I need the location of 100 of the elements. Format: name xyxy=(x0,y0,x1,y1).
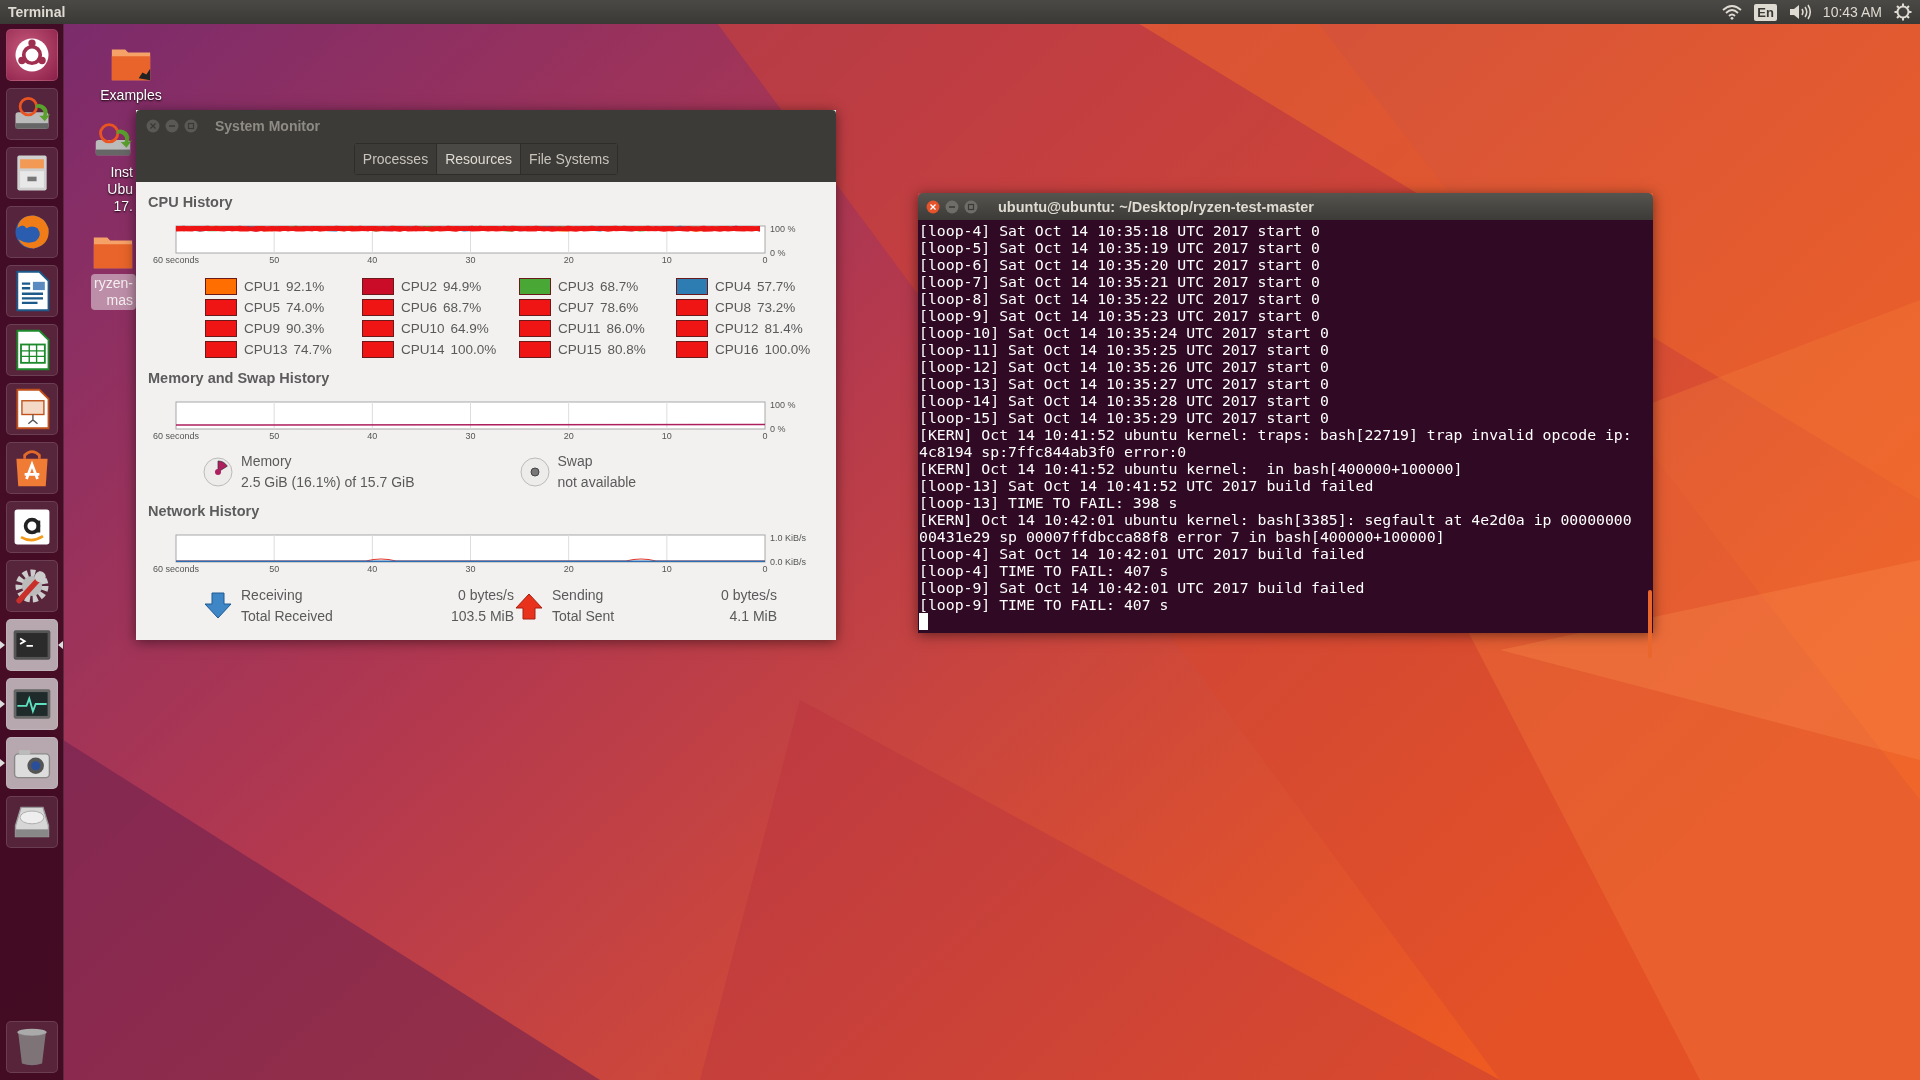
cpu-usage: 81.4% xyxy=(764,321,803,336)
color-swatch[interactable] xyxy=(519,299,551,316)
axis-label: 30 xyxy=(465,431,476,441)
cpu-name: CPU10 xyxy=(401,321,445,336)
trash-item[interactable] xyxy=(5,1021,58,1073)
axis-label: 40 xyxy=(367,431,378,441)
cpu-name: CPU1 xyxy=(244,279,280,294)
sending-rate: 0 bytes/s xyxy=(720,587,777,603)
swap-label: Swap xyxy=(557,453,594,469)
color-swatch[interactable] xyxy=(362,299,394,316)
color-swatch[interactable] xyxy=(519,341,551,358)
memory-usage: 2.5 GiB (16.1%) of 15.7 GiB xyxy=(241,474,415,490)
axis-label: 1.0 KiB/s xyxy=(770,533,807,543)
terminal-line: [KERN] Oct 14 10:41:52 ubuntu kernel: traps: bash[22719] trap invalid opcode ip: xyxy=(919,426,1632,443)
color-swatch[interactable] xyxy=(362,341,394,358)
cpu-usage: 92.1% xyxy=(286,279,325,294)
color-swatch[interactable] xyxy=(362,278,394,295)
launcher-installer-item[interactable] xyxy=(5,88,58,140)
settings-icon[interactable] xyxy=(1894,3,1912,21)
color-swatch[interactable] xyxy=(676,320,708,337)
color-swatch[interactable] xyxy=(676,299,708,316)
launcher-disk-item[interactable] xyxy=(5,796,58,848)
wifi-icon[interactable] xyxy=(1722,4,1743,20)
memory-label: Memory xyxy=(241,453,293,469)
cpu-usage: 100.0% xyxy=(764,342,811,357)
swap-pie-icon xyxy=(519,456,550,487)
color-swatch[interactable] xyxy=(519,320,551,337)
terminal-line: [loop-13] Sat Oct 14 10:41:52 UTC 2017 build failed xyxy=(919,477,1375,494)
terminal-line: [loop-4] Sat Oct 14 10:35:18 UTC 2017 start 0 xyxy=(919,222,1321,239)
cpu-name: CPU13 xyxy=(244,342,288,357)
cpu-usage: 68.7% xyxy=(443,300,482,315)
cpu-usage: 94.9% xyxy=(443,279,482,294)
axis-label: 0 % xyxy=(770,424,786,434)
color-swatch[interactable] xyxy=(205,299,237,316)
launcher-calc-item[interactable] xyxy=(5,324,58,376)
terminal-line: [loop-10] Sat Oct 14 10:35:24 UTC 2017 start 0 xyxy=(919,324,1330,341)
cpu-usage: 74.7% xyxy=(293,342,332,357)
axis-label: 40 xyxy=(367,564,378,574)
clock[interactable]: 10:43 AM xyxy=(1822,4,1882,20)
terminal-line: [loop-11] Sat Oct 14 10:35:25 UTC 2017 start 0 xyxy=(919,341,1330,358)
axis-label: 20 xyxy=(563,255,574,265)
cpu-name: CPU16 xyxy=(715,342,759,357)
terminal-line: [loop-4] TIME TO FAIL: 407 s xyxy=(919,562,1170,579)
terminal-line: [loop-9] Sat Oct 14 10:42:01 UTC 2017 build failed xyxy=(919,579,1366,596)
color-swatch[interactable] xyxy=(362,320,394,337)
scrollbar-thumb[interactable] xyxy=(1648,590,1652,658)
desktop-icon-label[interactable]: Inst Ubu 17. xyxy=(104,163,136,216)
axis-label: 30 xyxy=(465,564,476,574)
axis-label: 10 xyxy=(661,564,672,574)
desktop-icon-label[interactable]: Examples xyxy=(97,86,165,105)
cpu-usage: 73.2% xyxy=(757,300,796,315)
cpu-name: CPU6 xyxy=(401,300,437,315)
cpu-usage: 86.0% xyxy=(606,321,645,336)
launcher-terminal-item[interactable] xyxy=(5,619,58,671)
color-swatch[interactable] xyxy=(676,341,708,358)
section-heading: Memory and Swap History xyxy=(148,370,331,386)
launcher-writer-item[interactable] xyxy=(5,265,58,317)
launcher-monitor-item[interactable] xyxy=(5,678,58,730)
color-swatch[interactable] xyxy=(205,278,237,295)
axis-label: 40 xyxy=(367,255,378,265)
terminal-line: [loop-9] TIME TO FAIL: 407 s xyxy=(919,596,1170,613)
tab[interactable]: Resources xyxy=(437,144,522,174)
launcher-browser-item[interactable] xyxy=(5,206,58,258)
cpu-usage: 100.0% xyxy=(450,342,497,357)
cpu-name: CPU3 xyxy=(558,279,594,294)
cpu-name: CPU2 xyxy=(401,279,437,294)
color-swatch[interactable] xyxy=(676,278,708,295)
color-swatch[interactable] xyxy=(205,320,237,337)
cpu-usage: 74.0% xyxy=(286,300,325,315)
launcher-settings-item[interactable] xyxy=(5,560,58,612)
axis-label: 0.0 KiB/s xyxy=(770,557,807,567)
axis-label: 60 seconds xyxy=(153,431,199,441)
terminal-line: [KERN] Oct 14 10:41:52 ubuntu kernel: in bash[400000+100000] xyxy=(919,460,1464,477)
axis-label: 50 xyxy=(269,255,280,265)
close-icon[interactable] xyxy=(926,199,940,214)
launcher-store-item[interactable] xyxy=(5,442,58,494)
axis-label: 100 % xyxy=(770,224,796,234)
terminal-line: [loop-9] Sat Oct 14 10:35:23 UTC 2017 start 0 xyxy=(919,307,1321,324)
cpu-name: CPU12 xyxy=(715,321,759,336)
launcher-files-item[interactable] xyxy=(5,147,58,199)
axis-label: 60 seconds xyxy=(153,255,199,265)
cpu-name: CPU5 xyxy=(244,300,280,315)
color-swatch[interactable] xyxy=(205,341,237,358)
color-swatch[interactable] xyxy=(519,278,551,295)
terminal-line: 00431e29 sp 00007ffdbcca88f8 error 7 in bash[400000+100000] xyxy=(919,528,1446,545)
cpu-name: CPU14 xyxy=(401,342,445,357)
cpu-usage: 90.3% xyxy=(286,321,325,336)
launcher-impress-item[interactable] xyxy=(5,383,58,435)
total-received-label: Total Received xyxy=(241,608,334,624)
launcher-shop-item[interactable] xyxy=(5,501,58,553)
volume-icon[interactable] xyxy=(1788,4,1811,20)
terminal-line: [loop-13] TIME TO FAIL: 398 s xyxy=(919,494,1179,511)
terminal-line: [loop-7] Sat Oct 14 10:35:21 UTC 2017 start 0 xyxy=(919,273,1321,290)
launcher-dash-item[interactable] xyxy=(5,29,58,81)
launcher-camera-item[interactable] xyxy=(5,737,58,789)
keyboard-layout-indicator[interactable]: En xyxy=(1754,3,1777,21)
tab[interactable]: Processes xyxy=(354,144,438,174)
window-title: System Monitor xyxy=(215,118,320,134)
receiving-label: Receiving xyxy=(241,587,304,603)
cpu-usage: 64.9% xyxy=(450,321,489,336)
